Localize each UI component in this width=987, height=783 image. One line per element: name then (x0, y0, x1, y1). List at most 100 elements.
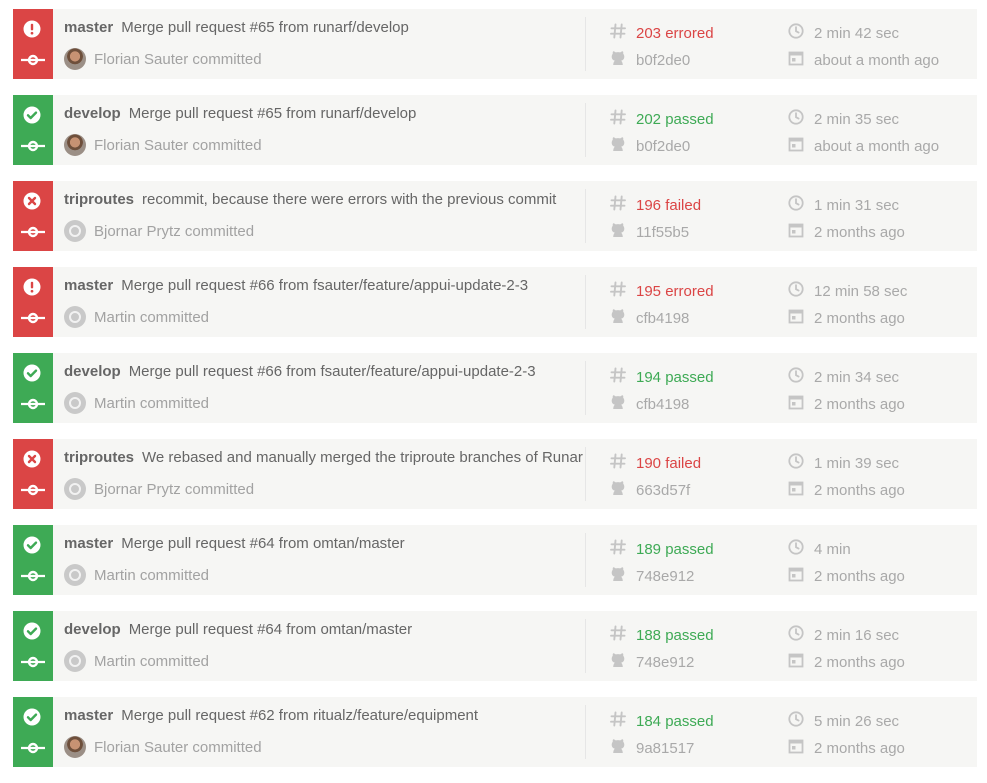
build-number-label[interactable]: 184 passed (636, 713, 714, 730)
committer-info: Florian Sauter committed (64, 48, 262, 70)
build-duration: 2 min 35 sec (788, 109, 899, 129)
commit-icon (21, 53, 45, 66)
avatar (64, 478, 86, 500)
build-number-label[interactable]: 188 passed (636, 627, 714, 644)
build-number-label[interactable]: 195 errored (636, 283, 714, 300)
branch-name[interactable]: master (64, 19, 113, 36)
commit-sha-label[interactable]: 748e912 (636, 568, 694, 585)
build-number-label[interactable]: 189 passed (636, 541, 714, 558)
build-number[interactable]: 203 errored (610, 23, 714, 43)
commit-sha-label[interactable]: 11f55b5 (636, 224, 689, 241)
commit-icon (21, 397, 45, 410)
calendar-icon (788, 308, 814, 328)
commit-sha[interactable]: 748e912 (610, 566, 694, 586)
calendar-icon (788, 50, 814, 70)
hash-icon (610, 711, 636, 731)
commit-sha[interactable]: cfb4198 (610, 308, 689, 328)
commit-sha-label[interactable]: b0f2de0 (636, 52, 690, 69)
build-row[interactable]: develop Merge pull request #66 from fsaut… (13, 353, 977, 423)
commit-sha[interactable]: 748e912 (610, 652, 694, 672)
build-row[interactable]: master Merge pull request #62 from ritual… (13, 697, 977, 767)
commit-sha-label[interactable]: 663d57f (636, 482, 690, 499)
divider (585, 189, 586, 243)
build-row[interactable]: develop Merge pull request #65 from runar… (13, 95, 977, 165)
branch-name[interactable]: master (64, 535, 113, 552)
hash-icon (610, 195, 636, 215)
hash-icon (610, 281, 636, 301)
build-duration-label: 1 min 31 sec (814, 196, 900, 214)
build-finished-label: about a month ago (814, 51, 940, 69)
build-status-strip (13, 611, 53, 681)
build-number-label[interactable]: 203 errored (636, 25, 714, 42)
build-number-label[interactable]: 194 passed (636, 369, 714, 386)
build-finished-label: 2 months ago (814, 653, 905, 671)
build-number[interactable]: 194 passed (610, 367, 714, 387)
avatar (64, 220, 86, 242)
build-finished-label: 2 months ago (814, 395, 905, 413)
commit-message[interactable]: Merge pull request #62 from ritualz/feat… (121, 707, 478, 724)
build-status-strip (13, 9, 53, 79)
build-row[interactable]: develop Merge pull request #64 from omtan… (13, 611, 977, 681)
build-duration-label: 4 min (814, 540, 851, 558)
commit-sha[interactable]: 11f55b5 (610, 222, 689, 242)
commit-sha[interactable]: 9a81517 (610, 738, 694, 758)
clock-icon (788, 195, 814, 215)
build-status-strip (13, 267, 53, 337)
build-number[interactable]: 196 failed (610, 195, 701, 215)
build-finished: 2 months ago (788, 222, 905, 242)
divider (585, 361, 586, 415)
build-number-label[interactable]: 190 failed (636, 455, 701, 472)
build-number[interactable]: 184 passed (610, 711, 714, 731)
commit-message[interactable]: recommit, because there were errors with… (142, 191, 556, 208)
build-finished: 2 months ago (788, 566, 905, 586)
commit-sha-label[interactable]: cfb4198 (636, 396, 689, 413)
branch-name[interactable]: develop (64, 363, 121, 380)
build-duration-label: 2 min 42 sec (814, 24, 900, 42)
commit-message[interactable]: Merge pull request #66 from fsauter/feat… (129, 363, 536, 380)
build-finished-label: 2 months ago (814, 739, 905, 757)
commit-message[interactable]: We rebased and manually merged the tripr… (142, 449, 583, 466)
build-number[interactable]: 188 passed (610, 625, 714, 645)
build-duration-label: 1 min 39 sec (814, 454, 900, 472)
commit-icon (21, 741, 45, 754)
branch-name[interactable]: master (64, 277, 113, 294)
check-circle-icon (23, 364, 41, 382)
commit-message[interactable]: Merge pull request #66 from fsauter/feat… (121, 277, 528, 294)
commit-summary: develop Merge pull request #66 from fsaut… (64, 363, 584, 380)
clock-icon (788, 281, 814, 301)
branch-name[interactable]: develop (64, 105, 121, 122)
build-number[interactable]: 190 failed (610, 453, 701, 473)
branch-name[interactable]: triproutes (64, 191, 134, 208)
commit-sha-label[interactable]: 748e912 (636, 654, 694, 671)
branch-name[interactable]: master (64, 707, 113, 724)
branch-name[interactable]: develop (64, 621, 121, 638)
build-row[interactable]: master Merge pull request #65 from runarf… (13, 9, 977, 79)
committer-name: Bjornar Prytz committed (94, 222, 255, 240)
commit-summary: triproutes We rebased and manually merged… (64, 449, 584, 466)
build-number[interactable]: 189 passed (610, 539, 714, 559)
build-finished: about a month ago (788, 50, 939, 70)
commit-sha-label[interactable]: cfb4198 (636, 310, 689, 327)
commit-message[interactable]: Merge pull request #64 from omtan/master (121, 535, 404, 552)
build-number-label[interactable]: 202 passed (636, 111, 714, 128)
build-row[interactable]: triproutes We rebased and manually merged… (13, 439, 977, 509)
commit-summary: master Merge pull request #65 from runarf… (64, 19, 584, 36)
build-number[interactable]: 202 passed (610, 109, 714, 129)
build-row[interactable]: master Merge pull request #66 from fsaute… (13, 267, 977, 337)
build-row[interactable]: master Merge pull request #64 from omtan/… (13, 525, 977, 595)
commit-sha-label[interactable]: b0f2de0 (636, 138, 690, 155)
branch-name[interactable]: triproutes (64, 449, 134, 466)
x-circle-icon (23, 450, 41, 468)
commit-sha[interactable]: 663d57f (610, 480, 690, 500)
build-number-label[interactable]: 196 failed (636, 197, 701, 214)
commit-message[interactable]: Merge pull request #65 from runarf/devel… (129, 105, 417, 122)
commit-sha[interactable]: cfb4198 (610, 394, 689, 414)
commit-sha[interactable]: b0f2de0 (610, 136, 690, 156)
hash-icon (610, 23, 636, 43)
commit-sha[interactable]: b0f2de0 (610, 50, 690, 70)
build-number[interactable]: 195 errored (610, 281, 714, 301)
commit-message[interactable]: Merge pull request #64 from omtan/master (129, 621, 412, 638)
build-row[interactable]: triproutes recommit, because there were e… (13, 181, 977, 251)
commit-message[interactable]: Merge pull request #65 from runarf/devel… (121, 19, 409, 36)
commit-sha-label[interactable]: 9a81517 (636, 740, 694, 757)
